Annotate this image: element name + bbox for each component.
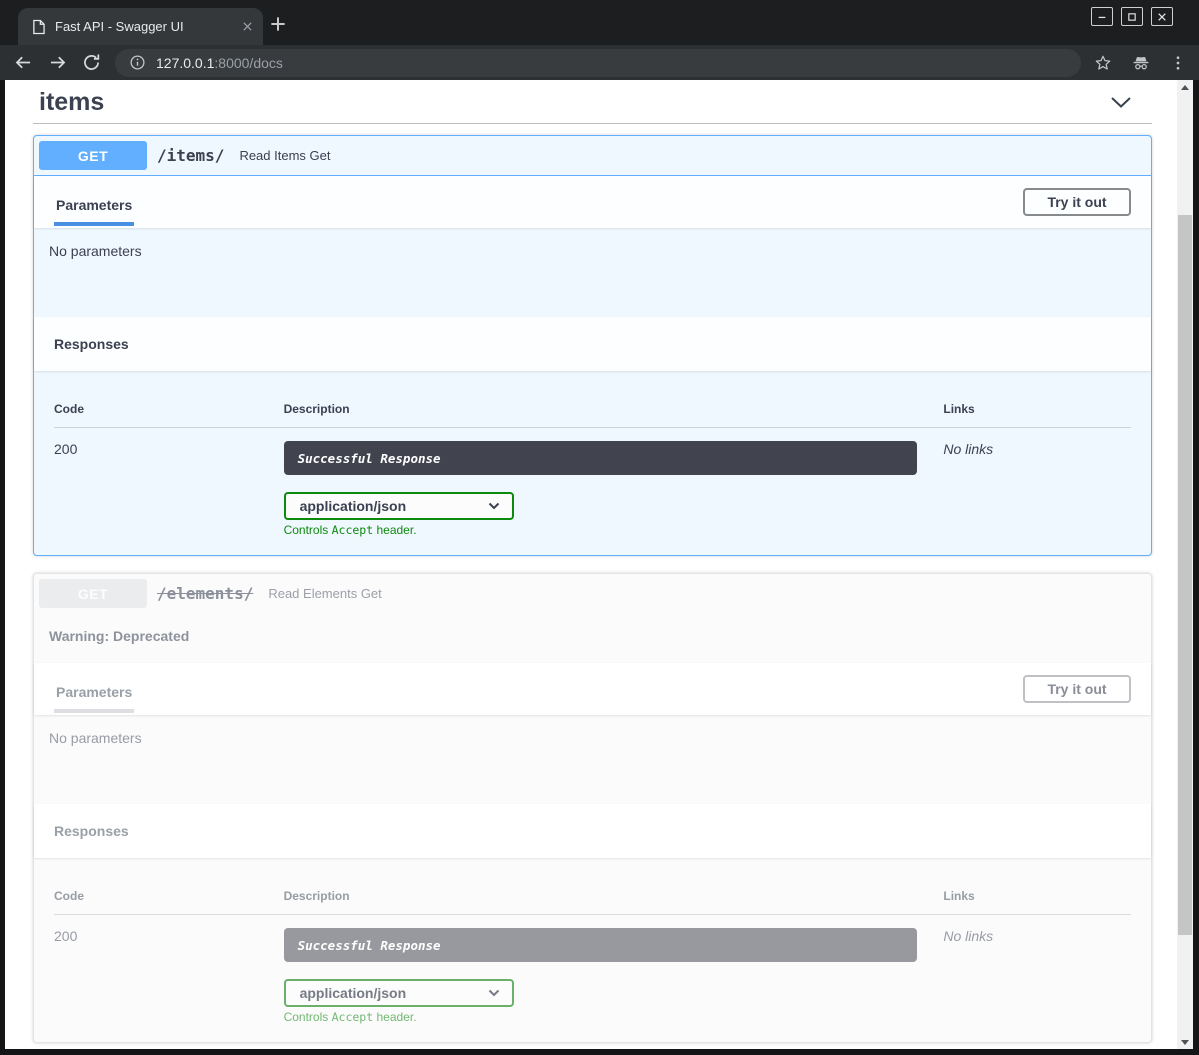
address-bar[interactable]: 127.0.0.1:8000/docs: [115, 49, 1081, 77]
parameters-header: Parameters Try it out: [34, 663, 1151, 715]
maximize-icon[interactable]: [1121, 7, 1143, 26]
description-column-header: Description: [284, 889, 944, 903]
browser-window: Fast API - Swagger UI 127.0.0.1:8000/doc…: [0, 0, 1199, 1055]
reload-icon[interactable]: [81, 52, 102, 73]
description-column-header: Description: [284, 402, 944, 416]
scrollbar-thumb[interactable]: [1178, 215, 1192, 935]
op-summary-text: Read Items Get: [239, 148, 330, 163]
window-controls: [1091, 7, 1173, 26]
scroll-up-arrow[interactable]: [1177, 80, 1193, 94]
minimize-icon[interactable]: [1091, 7, 1113, 26]
document-icon: [32, 19, 45, 35]
media-type-select[interactable]: application/json: [284, 492, 514, 520]
forward-icon[interactable]: [47, 52, 68, 73]
bookmark-star-icon[interactable]: [1093, 53, 1113, 73]
responses-table: Code Description Links 200 Successful Re…: [34, 858, 1151, 1042]
chevron-down-icon: [488, 989, 500, 997]
swagger-page: items GET /items/ Read Items Get Paramet…: [5, 80, 1177, 1049]
response-description-box: Successful Response: [284, 928, 917, 962]
back-icon[interactable]: [13, 52, 34, 73]
responses-table-head: Code Description Links: [54, 878, 1131, 915]
scroll-down-arrow[interactable]: [1177, 1035, 1193, 1049]
parameters-tab-label: Parameters: [54, 684, 134, 713]
accept-header-note: Controls Accept header.: [284, 523, 944, 537]
tag-title: items: [39, 88, 104, 117]
responses-table: Code Description Links 200 Successful Re…: [34, 371, 1151, 555]
menu-dots-icon[interactable]: [1169, 54, 1187, 72]
new-tab-icon[interactable]: [270, 16, 286, 32]
responses-label: Responses: [54, 823, 129, 839]
tab-title: Fast API - Swagger UI: [55, 19, 234, 34]
code-column-header: Code: [54, 889, 284, 903]
op-summary-text: Read Elements Get: [268, 586, 381, 601]
toolbar-actions: [1093, 53, 1187, 73]
deprecated-warning: Warning: Deprecated: [34, 613, 1151, 663]
try-it-out-button[interactable]: Try it out: [1023, 675, 1131, 703]
close-icon[interactable]: [1151, 7, 1173, 26]
media-type-select[interactable]: application/json: [284, 979, 514, 1007]
method-badge: GET: [39, 579, 147, 608]
opblock-summary[interactable]: GET /items/ Read Items Get: [34, 136, 1151, 176]
responses-header: Responses: [34, 317, 1151, 371]
links-column-header: Links: [943, 889, 1131, 903]
page-info-icon[interactable]: [129, 54, 146, 71]
tab-close-icon[interactable]: [242, 21, 253, 32]
chevron-down-icon[interactable]: [1110, 96, 1132, 109]
opblock-get-elements-deprecated: GET /elements/ Read Elements Get Warning…: [33, 573, 1152, 1043]
opblock-get-items: GET /items/ Read Items Get Parameters Tr…: [33, 135, 1152, 556]
media-type-value: application/json: [300, 985, 407, 1001]
response-row: 200 Successful Response application/json…: [54, 428, 1131, 537]
responses-label: Responses: [54, 336, 129, 352]
code-column-header: Code: [54, 402, 284, 416]
responses-header: Responses: [34, 804, 1151, 858]
tab-strip: Fast API - Swagger UI: [0, 0, 1199, 45]
responses-table-head: Code Description Links: [54, 391, 1131, 428]
browser-toolbar: 127.0.0.1:8000/docs: [0, 45, 1199, 80]
try-it-out-button[interactable]: Try it out: [1023, 188, 1131, 216]
response-code: 200: [54, 441, 77, 457]
media-type-value: application/json: [300, 498, 407, 514]
chevron-down-icon: [488, 502, 500, 510]
page-viewport: items GET /items/ Read Items Get Paramet…: [5, 80, 1193, 1049]
op-path-deprecated: /elements/: [157, 584, 253, 603]
response-links: No links: [943, 441, 993, 457]
incognito-icon[interactable]: [1131, 53, 1151, 73]
parameters-tab-label: Parameters: [54, 197, 134, 226]
tag-header[interactable]: items: [33, 86, 1152, 124]
url-path: :8000/docs: [214, 55, 283, 71]
method-badge: GET: [39, 141, 147, 170]
vertical-scrollbar[interactable]: [1177, 80, 1193, 1049]
response-description-box: Successful Response: [284, 441, 917, 475]
browser-tab[interactable]: Fast API - Swagger UI: [18, 8, 263, 45]
links-column-header: Links: [943, 402, 1131, 416]
parameters-header: Parameters Try it out: [34, 176, 1151, 228]
accept-header-note: Controls Accept header.: [284, 1010, 944, 1024]
response-links: No links: [943, 928, 993, 944]
url-host: 127.0.0.1: [156, 55, 214, 71]
no-parameters-text: No parameters: [34, 228, 1151, 317]
no-parameters-text: No parameters: [34, 715, 1151, 804]
url-text: 127.0.0.1:8000/docs: [156, 55, 283, 71]
op-path: /items/: [157, 146, 224, 165]
opblock-summary[interactable]: GET /elements/ Read Elements Get: [34, 574, 1151, 613]
tag-section-items: items: [33, 80, 1152, 124]
response-row: 200 Successful Response application/json…: [54, 915, 1131, 1024]
response-code: 200: [54, 928, 77, 944]
